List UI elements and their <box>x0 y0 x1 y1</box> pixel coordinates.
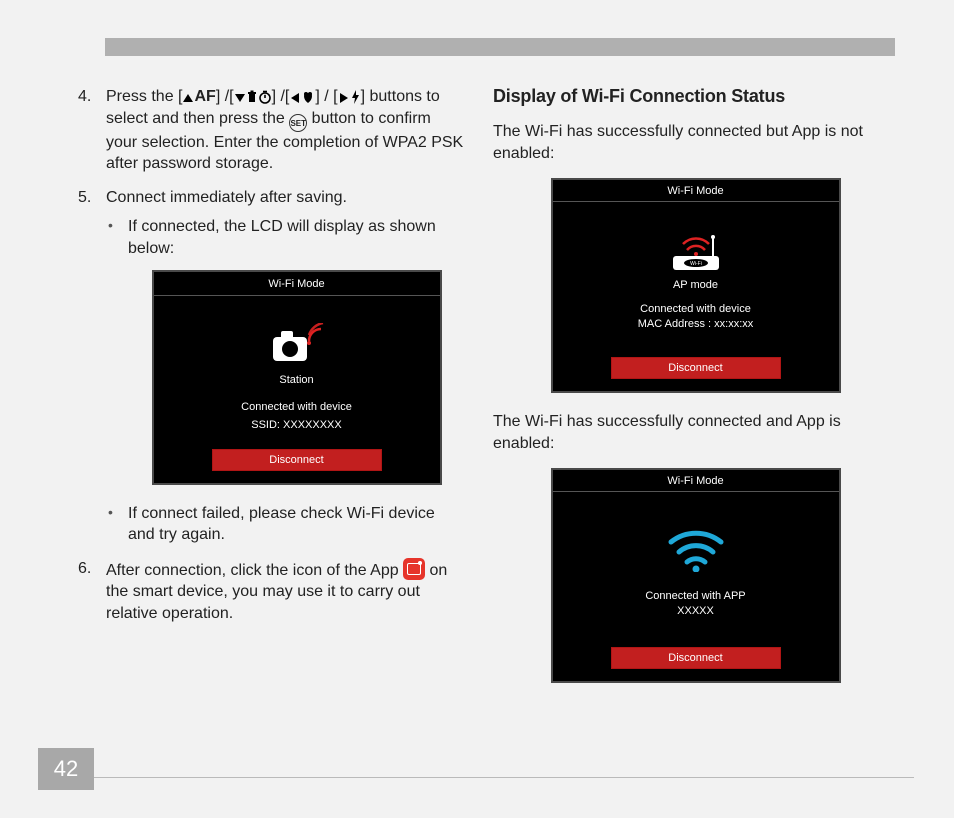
timer-icon <box>258 90 272 104</box>
wifi-icon <box>553 522 839 572</box>
section-heading: Display of Wi-Fi Connection Status <box>493 86 898 107</box>
trash-icon <box>246 90 258 104</box>
text: ] /[ <box>272 88 290 105</box>
text: If connected, the LCD will display as sh… <box>128 218 436 257</box>
svg-text:Wi-Fi: Wi-Fi <box>690 261 702 267</box>
step-number: 6. <box>78 558 91 580</box>
page-content: 4. Press the [AF] /[] /[] / [] buttons t… <box>60 86 900 701</box>
lcd-mac: MAC Address : xx:xx:xx <box>553 318 839 330</box>
up-triangle-icon <box>182 92 194 104</box>
disconnect-button[interactable]: Disconnect <box>611 357 781 379</box>
step-number: 4. <box>78 86 91 108</box>
lcd-mode: AP mode <box>553 279 839 291</box>
left-column: 4. Press the [AF] /[] /[] / [] buttons t… <box>60 86 465 701</box>
step-6: 6. After connection, click the icon of t… <box>74 558 465 625</box>
down-triangle-icon <box>234 92 246 104</box>
set-button-icon: SET <box>289 114 307 132</box>
lcd-ap: Wi-Fi Mode Wi-Fi AP mode Connected with … <box>551 178 841 393</box>
right-column: Display of Wi-Fi Connection Status The W… <box>493 86 898 701</box>
flash-icon <box>350 90 361 104</box>
right-triangle-icon <box>338 92 350 104</box>
step-number: 5. <box>78 187 91 209</box>
text: ] / [ <box>315 88 337 105</box>
lcd-status: Connected with device <box>553 303 839 315</box>
header-bar <box>105 38 895 56</box>
step-5-bullet-1: If connected, the LCD will display as sh… <box>106 216 465 484</box>
lcd-status: Connected with APP <box>553 590 839 602</box>
text: If connect failed, please check Wi-Fi de… <box>128 505 435 544</box>
disconnect-button[interactable]: Disconnect <box>611 647 781 669</box>
left-triangle-icon <box>289 92 301 104</box>
lcd-title: Wi-Fi Mode <box>553 470 839 492</box>
lcd-title: Wi-Fi Mode <box>154 272 440 297</box>
camera-wifi-icon <box>154 320 440 370</box>
para-ap: The Wi-Fi has successfully connected but… <box>493 121 898 164</box>
lcd-title: Wi-Fi Mode <box>553 180 839 202</box>
macro-icon <box>301 90 315 104</box>
page-number: 42 <box>38 748 94 790</box>
app-icon <box>403 558 425 580</box>
text: After connection, click the icon of the … <box>106 562 403 579</box>
af-label: AF <box>194 88 215 105</box>
page-footer: 42 <box>0 748 954 790</box>
lcd-station: Wi-Fi Mode <box>152 270 442 485</box>
footer-line <box>94 777 914 778</box>
lcd-mode: Station <box>154 373 440 388</box>
lcd-ssid: SSID: XXXXXXXX <box>154 418 440 433</box>
text: Connect immediately after saving. <box>106 189 347 206</box>
lcd-status: Connected with device <box>154 400 440 415</box>
step-4: 4. Press the [AF] /[] /[] / [] buttons t… <box>74 86 465 175</box>
lcd-app-name: XXXXX <box>553 605 839 617</box>
lcd-app: Wi-Fi Mode Connected with APP XXXXX Disc… <box>551 468 841 683</box>
disconnect-button[interactable]: Disconnect <box>212 449 382 471</box>
step-5-bullet-2: If connect failed, please check Wi-Fi de… <box>106 503 465 546</box>
router-icon: Wi-Fi <box>553 226 839 276</box>
step-5: 5. Connect immediately after saving. If … <box>74 187 465 546</box>
text: ] /[ <box>216 88 234 105</box>
para-app: The Wi-Fi has successfully connected and… <box>493 411 898 454</box>
text: Press the [ <box>106 88 182 105</box>
